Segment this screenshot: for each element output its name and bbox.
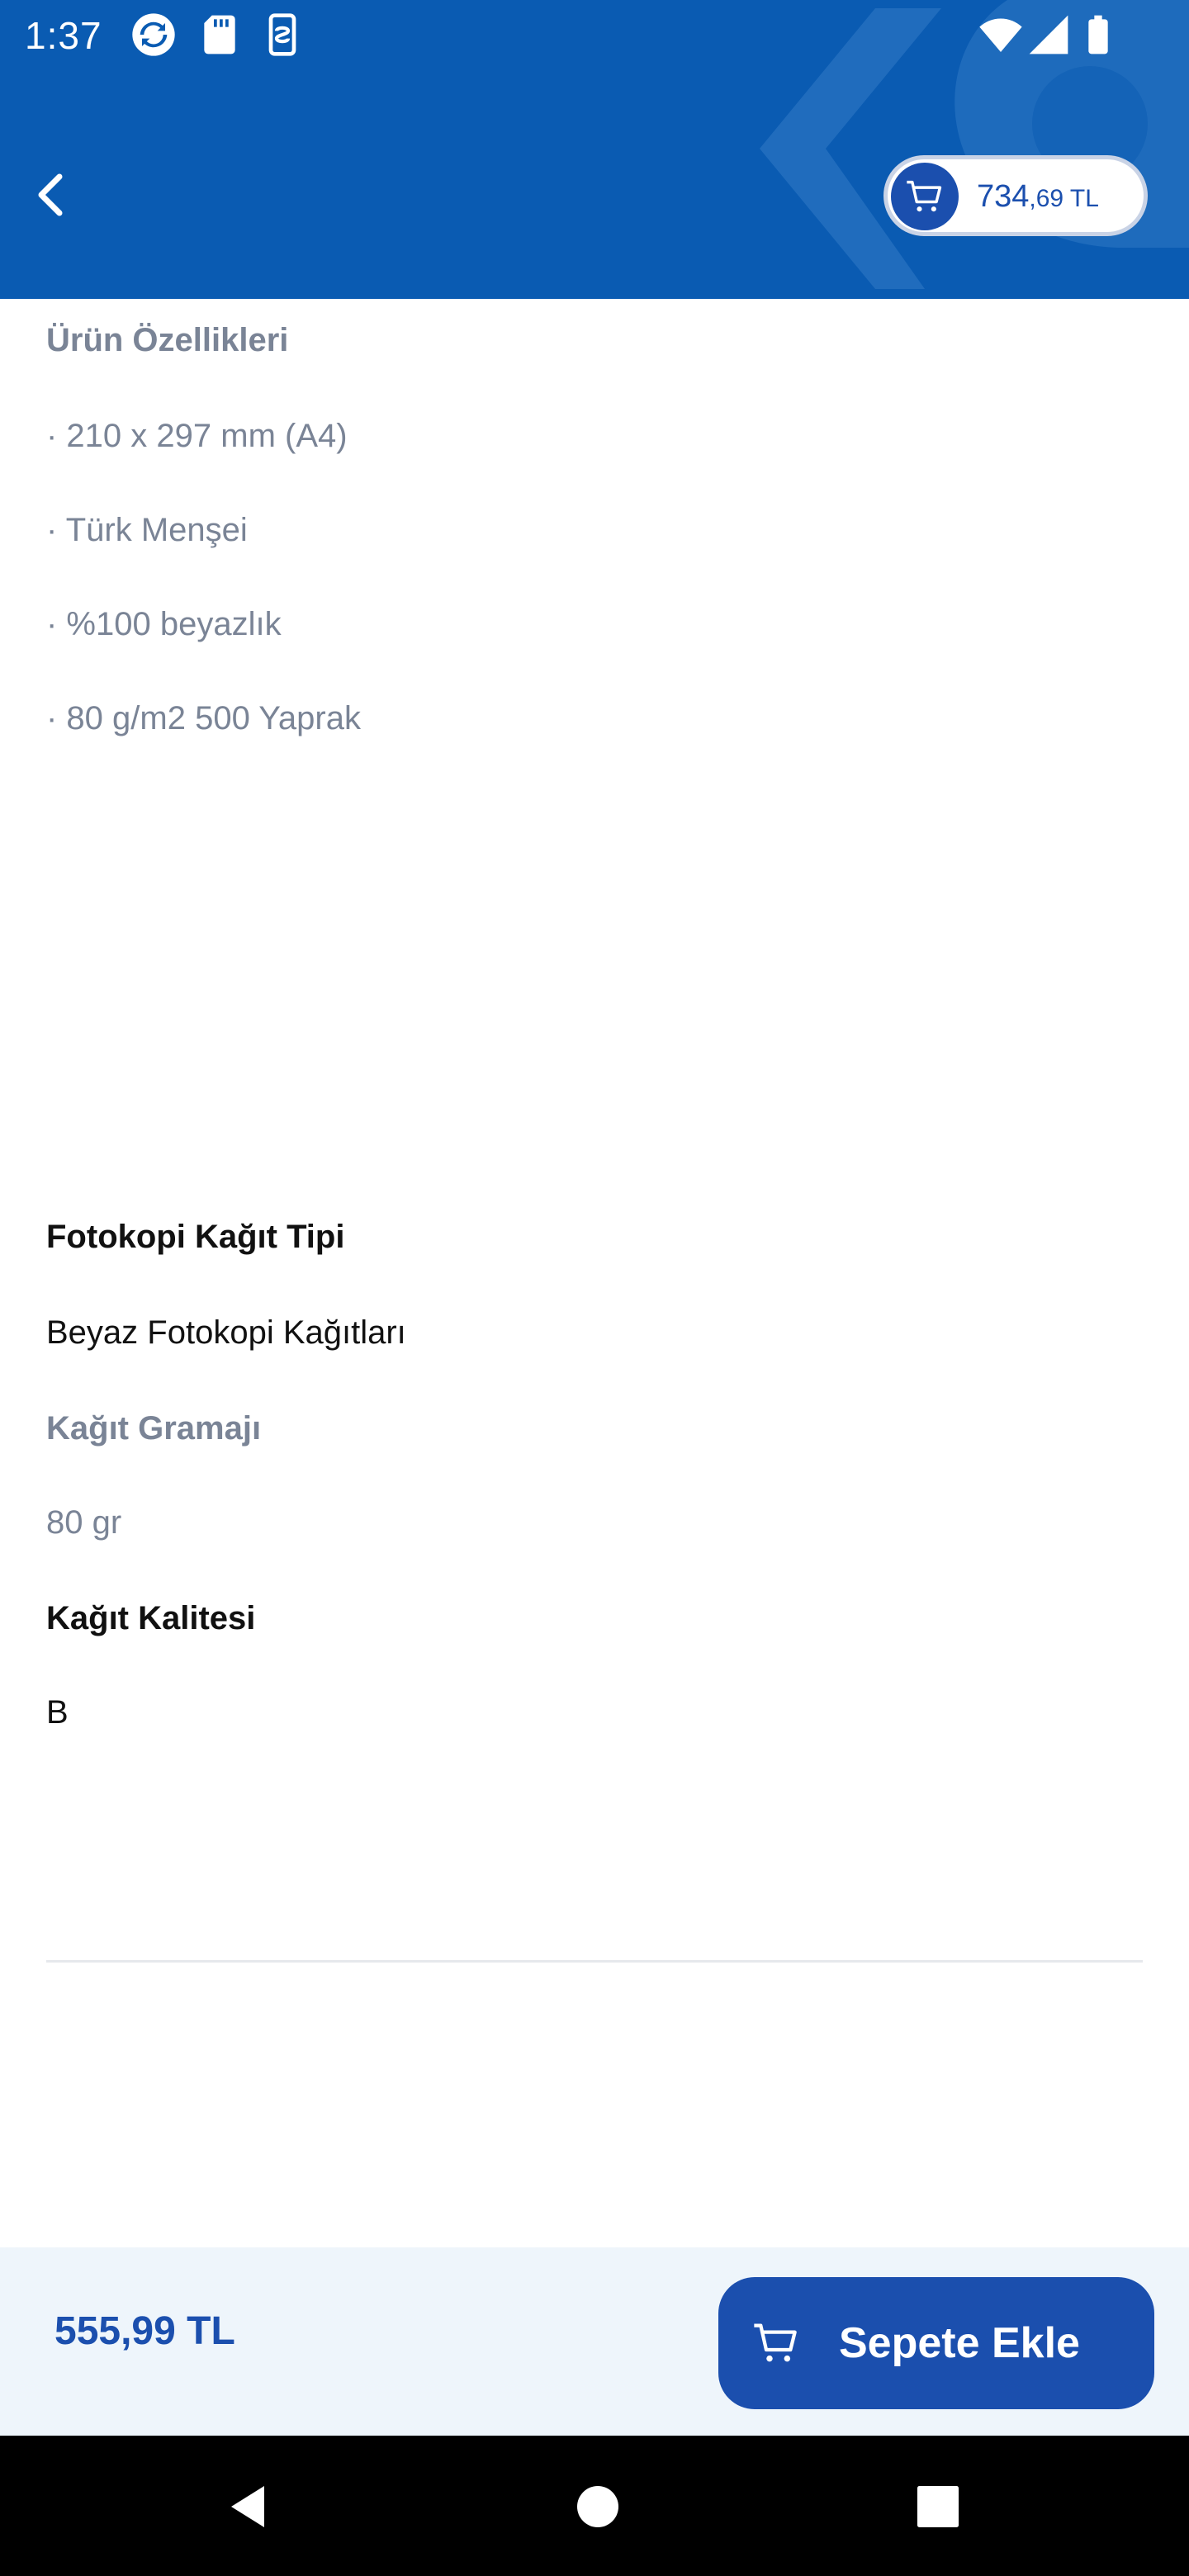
attribute-value-paper-weight: 80 gr: [46, 1504, 122, 1541]
attribute-label-paper-quality: Kağıt Kalitesi: [46, 1600, 256, 1636]
system-nav-bar: [0, 2436, 1189, 2576]
nav-recents-icon[interactable]: [913, 2482, 963, 2531]
feature-item: · Türk Menşei: [46, 512, 248, 548]
wifi-icon: [979, 18, 1022, 52]
nav-home-icon[interactable]: [573, 2482, 623, 2531]
app-header: 1:37 734,69 TL: [0, 0, 1189, 299]
back-button[interactable]: [20, 162, 86, 228]
cart-total: 734,69 TL: [977, 179, 1099, 214]
attribute-value-paper-quality: B: [46, 1694, 69, 1731]
feature-item: · 210 x 297 mm (A4): [46, 418, 348, 454]
cart-icon: [754, 2323, 797, 2362]
features-title: Ürün Özellikleri: [46, 322, 289, 358]
attribute-label-paper-type: Fotokopi Kağıt Tipi: [46, 1219, 345, 1255]
section-divider: [46, 1960, 1143, 1963]
battery-icon: [1088, 15, 1108, 54]
status-time: 1:37: [25, 14, 102, 57]
cart-icon-badge: [891, 163, 959, 230]
purchase-bar: 555,99 TL Sepete Ekle: [0, 2247, 1189, 2436]
sync-icon: [132, 13, 175, 56]
nav-back-icon[interactable]: [223, 2482, 272, 2531]
feature-item: · %100 beyazlık: [46, 606, 282, 642]
signal-icon: [1029, 15, 1068, 54]
status-bar: 1:37: [0, 0, 1189, 69]
add-to-cart-label: Sepete Ekle: [839, 2319, 1080, 2367]
attribute-label-paper-weight: Kağıt Gramajı: [46, 1410, 262, 1447]
sd-card-icon: [204, 15, 235, 54]
attribute-value-paper-type: Beyaz Fotokopi Kağıtları: [46, 1314, 406, 1351]
cart-icon: [907, 180, 942, 212]
cart-summary-button[interactable]: 734,69 TL: [883, 155, 1148, 236]
product-price: 555,99 TL: [54, 2309, 235, 2353]
screen-record-icon: [268, 13, 296, 56]
feature-item: · 80 g/m2 500 Yaprak: [46, 700, 361, 736]
add-to-cart-button[interactable]: Sepete Ekle: [718, 2277, 1154, 2409]
